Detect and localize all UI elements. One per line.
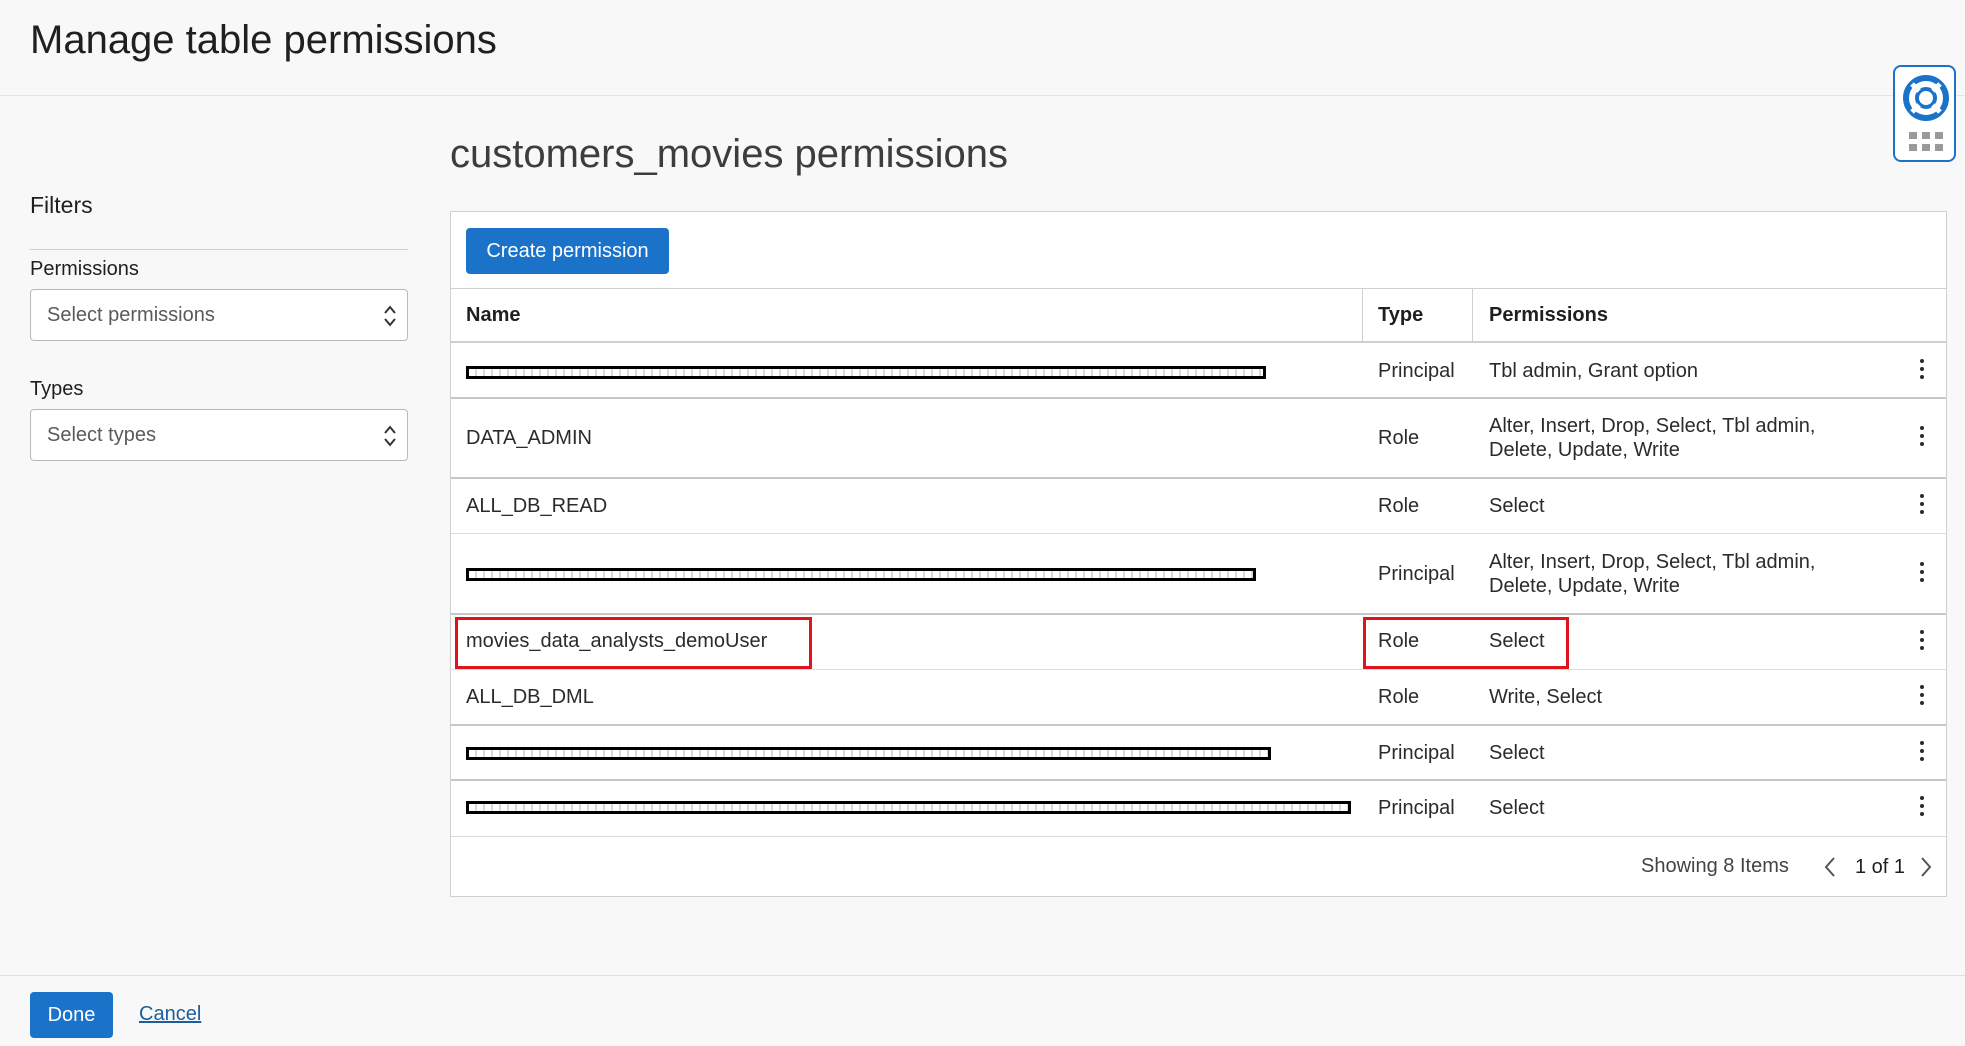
row-permissions: Tbl admin, Grant option [1489, 360, 1698, 382]
permissions-select-placeholder: Select permissions [47, 304, 215, 326]
table-row[interactable]: ALL_DB_READ Role Select [451, 479, 1946, 534]
row-permissions: Alter, Insert, Drop, Select, Tbl admin, … [1489, 415, 1816, 461]
row-type: Principal [1378, 563, 1455, 585]
row-type: Principal [1378, 360, 1455, 382]
row-type: Principal [1378, 742, 1455, 764]
up-down-chevron-icon [384, 425, 396, 447]
page-header: Manage table permissions [0, 0, 1965, 96]
cancel-link[interactable]: Cancel [139, 1003, 201, 1026]
row-actions-kebab-icon[interactable] [1919, 494, 1925, 518]
types-filter-label: Types [30, 378, 84, 400]
row-type: Role [1378, 495, 1420, 517]
redacted-name [466, 801, 1351, 814]
row-name: ALL_DB_READ [466, 495, 608, 517]
showing-items-count: Showing 8 Items [1641, 855, 1789, 877]
row-type: Role [1378, 427, 1420, 449]
table-row[interactable]: Principal Select [451, 726, 1946, 781]
section-title: customers_movies permissions [450, 132, 1008, 176]
row-actions-kebab-icon[interactable] [1919, 685, 1925, 709]
row-actions-kebab-icon[interactable] [1919, 796, 1925, 820]
row-permissions: Select [1489, 495, 1545, 517]
row-actions-kebab-icon[interactable] [1919, 359, 1925, 383]
table-row[interactable]: Principal Tbl admin, Grant option [451, 343, 1946, 399]
highlight-box [455, 617, 812, 669]
done-button[interactable]: Done [30, 992, 113, 1038]
permissions-filter-label: Permissions [30, 258, 139, 280]
row-name: DATA_ADMIN [466, 427, 592, 449]
redacted-name [466, 568, 1256, 581]
filters-title: Filters [30, 192, 93, 218]
column-divider [1362, 289, 1363, 342]
lifebuoy-icon[interactable] [1902, 74, 1950, 122]
redacted-name [466, 747, 1271, 760]
table-row[interactable]: movies_data_analysts_demoUser Role Selec… [451, 615, 1946, 670]
table-row[interactable]: DATA_ADMIN Role Alter, Insert, Drop, Sel… [451, 399, 1946, 479]
column-header-name[interactable]: Name [466, 289, 520, 342]
types-select[interactable]: Select types [30, 409, 408, 461]
column-divider [1472, 289, 1473, 342]
row-permissions: Write, Select [1489, 686, 1602, 708]
row-type: Role [1378, 686, 1420, 708]
row-type: Principal [1378, 797, 1455, 819]
table-header: Name Type Permissions [451, 288, 1946, 343]
chevron-left-icon[interactable] [1823, 855, 1837, 879]
page-indicator: 1 of 1 [1855, 856, 1906, 878]
row-actions-kebab-icon[interactable] [1919, 630, 1925, 654]
highlight-box [1363, 617, 1569, 669]
pagination: Showing 8 Items 1 of 1 [451, 847, 1946, 887]
chevron-right-icon[interactable] [1919, 855, 1933, 879]
row-actions-kebab-icon[interactable] [1919, 741, 1925, 765]
create-permission-button[interactable]: Create permission [466, 228, 669, 274]
row-actions-kebab-icon[interactable] [1919, 426, 1925, 450]
filters-divider [30, 249, 408, 250]
row-permissions: Select [1489, 797, 1545, 819]
column-header-type[interactable]: Type [1378, 289, 1423, 342]
table-row[interactable]: ALL_DB_DML Role Write, Select [451, 670, 1946, 726]
row-actions-kebab-icon[interactable] [1919, 562, 1925, 586]
table-row[interactable]: Principal Alter, Insert, Drop, Select, T… [451, 534, 1946, 615]
permissions-select[interactable]: Select permissions [30, 289, 408, 341]
table-row[interactable]: Principal Select [451, 781, 1946, 837]
row-permissions: Alter, Insert, Drop, Select, Tbl admin, … [1489, 551, 1816, 597]
grid-dots-icon[interactable] [1909, 132, 1943, 152]
row-name: ALL_DB_DML [466, 686, 594, 708]
column-header-permissions[interactable]: Permissions [1489, 289, 1608, 342]
help-widget[interactable] [1893, 65, 1956, 162]
page-title: Manage table permissions [30, 18, 497, 62]
up-down-chevron-icon [384, 305, 396, 327]
row-permissions: Select [1489, 742, 1545, 764]
redacted-name [466, 366, 1266, 379]
footer: Done Cancel [0, 975, 1965, 1046]
types-select-placeholder: Select types [47, 424, 156, 446]
permissions-panel: Create permission Name Type Permissions … [450, 211, 1947, 897]
